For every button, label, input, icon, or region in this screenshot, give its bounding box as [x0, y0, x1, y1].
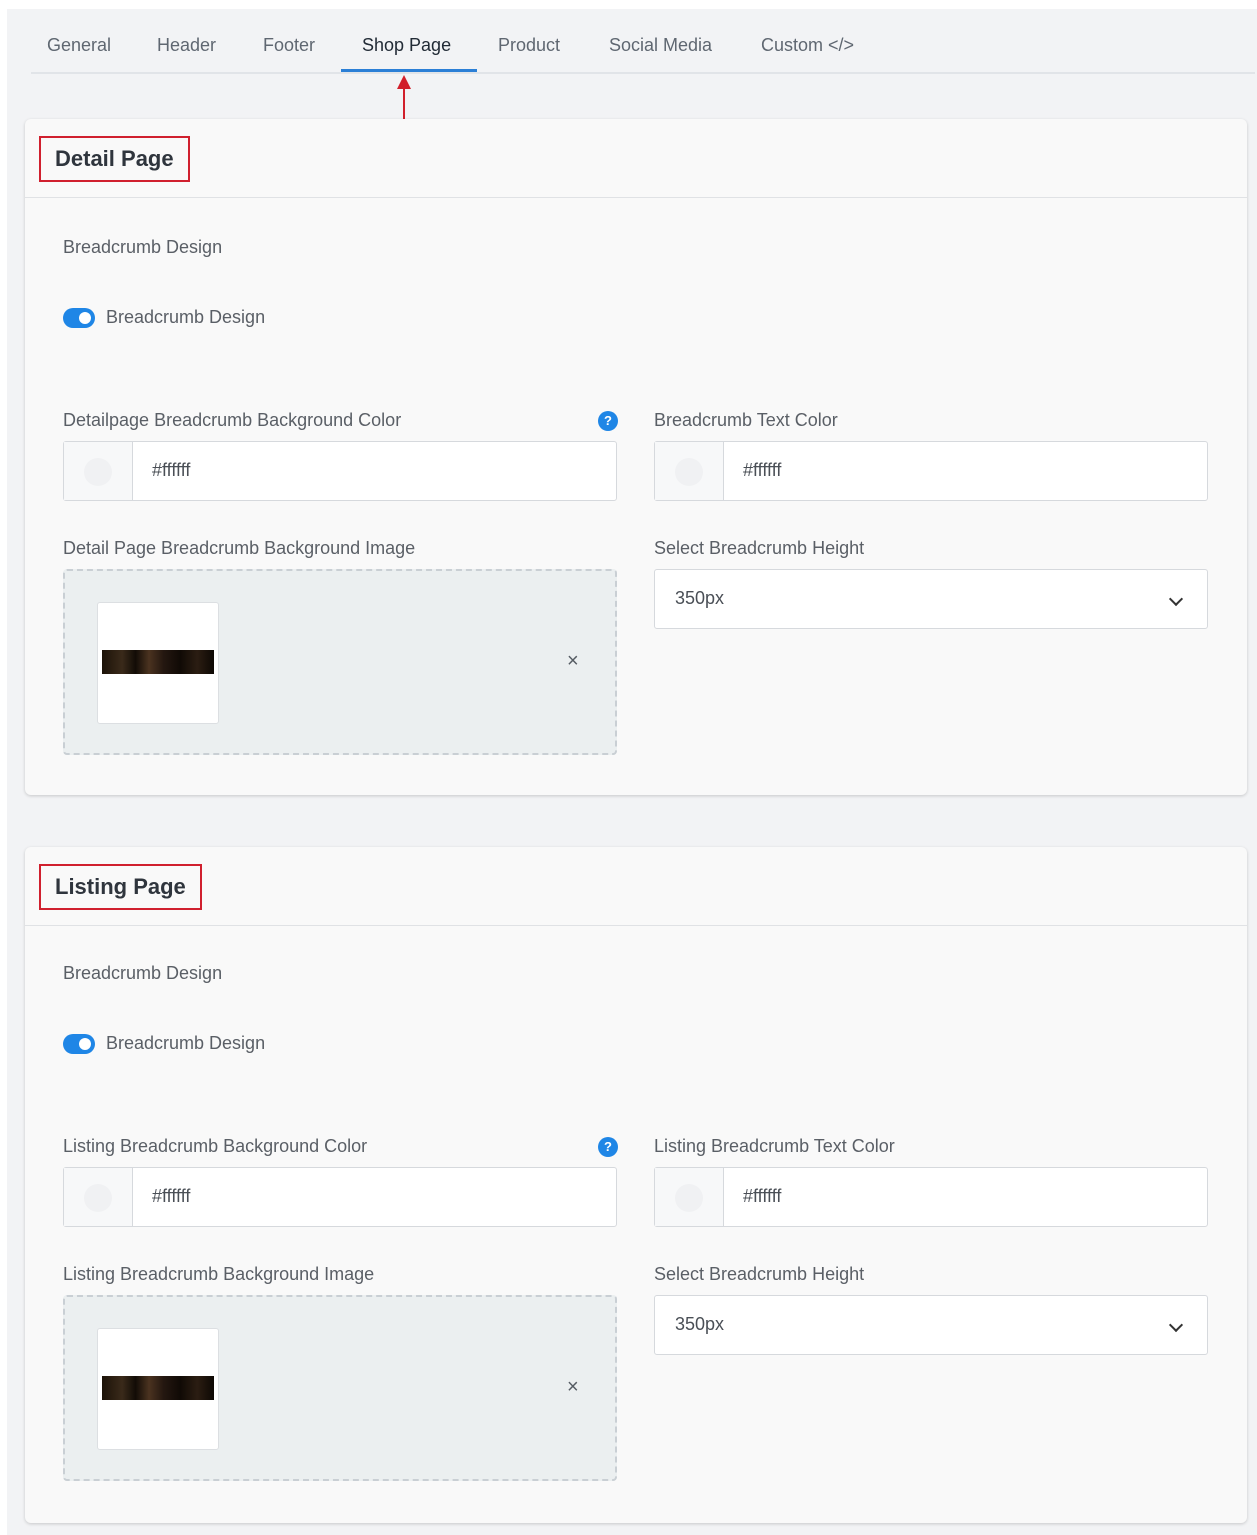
detail-bg-color-input[interactable]: #ffffff — [152, 460, 190, 481]
detail-height-label: Select Breadcrumb Height — [654, 538, 865, 558]
listing-text-color-input[interactable]: #ffffff — [743, 1186, 781, 1207]
tab-product[interactable]: Product — [498, 35, 560, 56]
detail-page-title: Detail Page — [39, 136, 190, 182]
listing-bg-image-label: Listing Breadcrumb Background Image — [63, 1264, 375, 1284]
help-icon[interactable]: ? — [598, 1137, 618, 1157]
detail-bg-color-swatch[interactable] — [84, 458, 112, 486]
detail-page-card: Detail Page Breadcrumb Design Breadcrumb… — [25, 119, 1247, 795]
tab-shop-page[interactable]: Shop Page — [362, 35, 451, 56]
listing-section-label: Breadcrumb Design — [63, 963, 223, 983]
tab-social-media[interactable]: Social Media — [609, 35, 712, 56]
listing-bg-image-dropzone[interactable]: × — [63, 1295, 617, 1481]
color-swatch-box — [64, 1168, 133, 1226]
listing-text-color-label: Listing Breadcrumb Text Color — [654, 1136, 895, 1156]
detail-text-color-field: #ffffff — [654, 441, 1208, 501]
listing-height-select[interactable]: 350px — [654, 1295, 1208, 1355]
detail-bg-color-field: #ffffff — [63, 441, 617, 501]
listing-toggle-label: Breadcrumb Design — [106, 1033, 266, 1053]
color-swatch-box — [64, 442, 133, 500]
listing-text-color-swatch[interactable] — [675, 1184, 703, 1212]
help-icon[interactable]: ? — [598, 411, 618, 431]
chevron-down-icon — [1168, 1317, 1184, 1333]
detail-bg-color-label: Detailpage Breadcrumb Background Color — [63, 410, 402, 430]
listing-page-card-header: Listing Page — [25, 847, 1247, 926]
detail-text-color-swatch[interactable] — [675, 458, 703, 486]
detail-text-color-input[interactable]: #ffffff — [743, 460, 781, 481]
listing-page-title: Listing Page — [39, 864, 202, 910]
listing-breadcrumb-toggle[interactable] — [63, 1034, 95, 1054]
remove-image-icon[interactable]: × — [567, 1377, 579, 1397]
color-swatch-box — [655, 1168, 724, 1226]
tab-general[interactable]: General — [47, 35, 111, 56]
listing-bg-color-label: Listing Breadcrumb Background Color — [63, 1136, 368, 1156]
color-swatch-box — [655, 442, 724, 500]
detail-bg-image-thumbnail[interactable] — [97, 602, 219, 724]
listing-page-card: Listing Page Breadcrumb Design Breadcrum… — [25, 847, 1247, 1523]
listing-height-value: 350px — [675, 1314, 725, 1334]
listing-bg-image-thumbnail[interactable] — [97, 1328, 219, 1450]
detail-page-card-header: Detail Page — [25, 119, 1247, 198]
breadcrumb-image-preview — [102, 1376, 214, 1400]
remove-image-icon[interactable]: × — [567, 651, 579, 671]
listing-bg-color-swatch[interactable] — [84, 1184, 112, 1212]
detail-bg-image-label: Detail Page Breadcrumb Background Image — [63, 538, 416, 558]
settings-tabs: General Header Footer Shop Page Product … — [31, 9, 1255, 74]
listing-bg-color-field: #ffffff — [63, 1167, 617, 1227]
toggle-knob — [79, 1038, 91, 1050]
tab-header[interactable]: Header — [157, 35, 216, 56]
breadcrumb-image-preview — [102, 650, 214, 674]
tab-footer[interactable]: Footer — [263, 35, 315, 56]
detail-bg-image-dropzone[interactable]: × — [63, 569, 617, 755]
settings-canvas: General Header Footer Shop Page Product … — [7, 9, 1257, 1535]
listing-text-color-field: #ffffff — [654, 1167, 1208, 1227]
detail-height-select[interactable]: 350px — [654, 569, 1208, 629]
detail-breadcrumb-toggle[interactable] — [63, 308, 95, 328]
toggle-knob — [79, 312, 91, 324]
active-tab-indicator — [341, 69, 477, 72]
detail-section-label: Breadcrumb Design — [63, 237, 223, 257]
listing-height-label: Select Breadcrumb Height — [654, 1264, 865, 1284]
detail-text-color-label: Breadcrumb Text Color — [654, 410, 838, 430]
tab-custom[interactable]: Custom </> — [761, 35, 854, 56]
chevron-down-icon — [1168, 591, 1184, 607]
detail-height-value: 350px — [675, 588, 725, 608]
listing-bg-color-input[interactable]: #ffffff — [152, 1186, 190, 1207]
detail-toggle-label: Breadcrumb Design — [106, 307, 266, 327]
